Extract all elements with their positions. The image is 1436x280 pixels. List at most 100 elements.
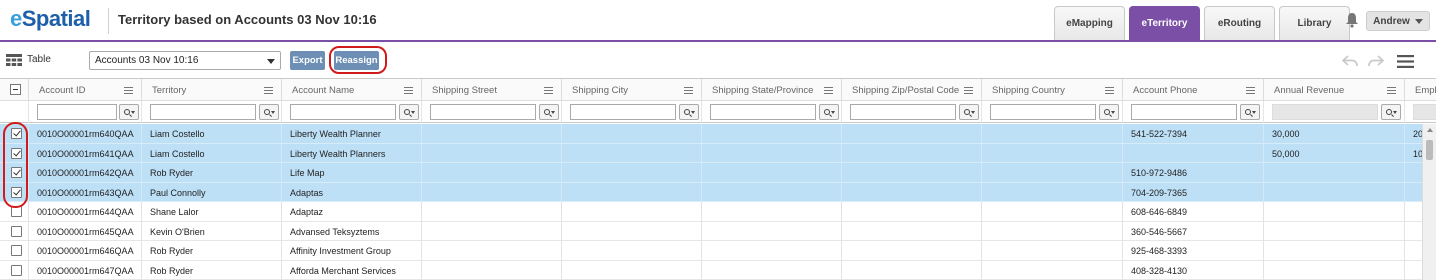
filter-search-button[interactable] (399, 104, 419, 120)
column-menu-icon[interactable] (1246, 87, 1255, 94)
filter-search-button[interactable] (259, 104, 279, 120)
shipping-country-cell (982, 182, 1123, 202)
column-header[interactable]: Shipping Country (982, 79, 1123, 101)
filter-input[interactable] (290, 104, 396, 120)
table-view-icon[interactable] (6, 54, 22, 66)
search-icon (403, 109, 410, 115)
row-checkbox[interactable] (11, 225, 22, 237)
table-row[interactable]: 0010O00001rm644QAA Shane Lalor Adaptaz 6… (0, 202, 1422, 222)
table-row[interactable]: 0010O00001rm642QAA Rob Ryder Life Map 51… (0, 163, 1422, 183)
search-icon (1244, 109, 1251, 115)
filter-input[interactable] (37, 104, 117, 120)
phone-cell: 608-646-6849 (1123, 202, 1264, 222)
scrollbar-thumb[interactable] (1426, 140, 1433, 160)
undo-icon[interactable] (1342, 54, 1358, 68)
column-menu-icon[interactable] (1387, 87, 1396, 94)
shipping-state-cell (702, 143, 842, 163)
account-id-cell: 0010O00001rm644QAA (29, 202, 142, 222)
search-icon (963, 109, 970, 115)
filter-search-button[interactable] (1381, 104, 1401, 120)
column-menu-icon[interactable] (544, 87, 553, 94)
column-header[interactable]: Shipping City (562, 79, 702, 101)
column-header[interactable]: Shipping Zip/Postal Code (842, 79, 982, 101)
column-header[interactable]: Territory (142, 79, 282, 101)
select-all-checkbox[interactable] (10, 84, 21, 95)
espatial-logo[interactable]: eSpatial (10, 6, 91, 32)
filter-cell (1405, 101, 1436, 123)
column-menu-icon[interactable] (264, 87, 273, 94)
search-icon (1103, 109, 1110, 115)
chevron-down-icon (1392, 110, 1397, 114)
column-header[interactable]: Account Phone (1123, 79, 1264, 101)
scroll-up-arrow-icon[interactable] (1427, 128, 1433, 132)
column-header[interactable]: Emplo (1405, 79, 1436, 101)
table-row[interactable]: 0010O00001rm641QAA Liam Costello Liberty… (0, 143, 1422, 163)
table-row[interactable]: 0010O00001rm645QAA Kevin O'Brien Advanse… (0, 221, 1422, 241)
vertical-scrollbar[interactable] (1422, 124, 1436, 280)
column-menu-icon[interactable] (404, 87, 413, 94)
column-menu-icon[interactable] (824, 87, 833, 94)
tab-emapping[interactable]: eMapping (1054, 6, 1125, 40)
filter-search-button[interactable] (1240, 104, 1260, 120)
column-menu-icon[interactable] (1105, 87, 1114, 94)
phone-cell: 408-328-4130 (1123, 260, 1264, 280)
shipping-state-cell (702, 221, 842, 241)
column-header[interactable]: Shipping State/Province (702, 79, 842, 101)
export-button[interactable]: Export (290, 51, 325, 70)
account-id-cell: 0010O00001rm643QAA (29, 182, 142, 202)
account-id-cell: 0010O00001rm646QAA (29, 241, 142, 261)
column-header[interactable]: Annual Revenue (1264, 79, 1405, 101)
filter-input[interactable] (990, 104, 1096, 120)
shipping-street-cell (422, 163, 562, 183)
filter-cell (422, 101, 562, 123)
territory-cell: Liam Costello (142, 143, 282, 163)
tab-erouting[interactable]: eRouting (1204, 6, 1275, 40)
table-row[interactable]: 0010O00001rm643QAA Paul Connolly Adaptas… (0, 182, 1422, 202)
notification-bell-icon[interactable] (1345, 12, 1359, 28)
row-checkbox[interactable] (11, 245, 22, 256)
dataset-select[interactable]: Accounts 03 Nov 10:16 (89, 51, 281, 70)
shipping-state-cell (702, 182, 842, 202)
shipping-country-cell (982, 260, 1123, 280)
redo-icon[interactable] (1368, 54, 1384, 68)
table-row[interactable]: 0010O00001rm646QAA Rob Ryder Affinity In… (0, 241, 1422, 261)
filter-input[interactable] (150, 104, 256, 120)
column-header[interactable]: Account ID (29, 79, 142, 101)
tab-eterritory[interactable]: eTerritory (1129, 6, 1200, 40)
column-menu-icon[interactable] (124, 87, 133, 94)
account-id-cell: 0010O00001rm647QAA (29, 260, 142, 280)
filter-input[interactable] (710, 104, 816, 120)
filter-search-button[interactable] (539, 104, 559, 120)
table-row[interactable]: 0010O00001rm640QAA Liam Costello Liberty… (0, 124, 1422, 144)
shipping-zip-cell (842, 221, 982, 241)
filter-search-button[interactable] (679, 104, 699, 120)
table-row[interactable]: 0010O00001rm647QAA Rob Ryder Afforda Mer… (0, 260, 1422, 280)
shipping-zip-cell (842, 241, 982, 261)
chevron-down-icon (410, 110, 415, 114)
column-menu-icon[interactable] (964, 87, 973, 94)
filter-cell (982, 101, 1123, 123)
filter-input[interactable] (570, 104, 676, 120)
chevron-down-icon (267, 59, 275, 64)
app-nav-tabs: eMapping eTerritory eRouting Library (1054, 6, 1354, 40)
account-name-cell: Liberty Wealth Planner (282, 124, 422, 144)
column-header[interactable]: Account Name (282, 79, 422, 101)
column-menu-icon[interactable] (684, 87, 693, 94)
column-header[interactable]: Shipping Street (422, 79, 562, 101)
filter-search-button[interactable] (1099, 104, 1119, 120)
filter-input[interactable] (1131, 104, 1237, 120)
hamburger-menu-icon[interactable] (1397, 55, 1414, 68)
filter-input[interactable] (850, 104, 956, 120)
dataset-select-value: Accounts 03 Nov 10:16 (95, 55, 199, 66)
filter-cell (142, 101, 282, 123)
filter-search-button[interactable] (959, 104, 979, 120)
filter-search-button[interactable] (119, 104, 139, 120)
user-menu-button[interactable]: Andrew (1366, 11, 1430, 31)
filter-search-button[interactable] (819, 104, 839, 120)
filter-input[interactable] (430, 104, 536, 120)
phone-cell: 925-468-3393 (1123, 241, 1264, 261)
tab-library[interactable]: Library (1279, 6, 1350, 40)
shipping-country-cell (982, 202, 1123, 222)
territory-cell: Rob Ryder (142, 163, 282, 183)
row-checkbox[interactable] (11, 264, 22, 276)
